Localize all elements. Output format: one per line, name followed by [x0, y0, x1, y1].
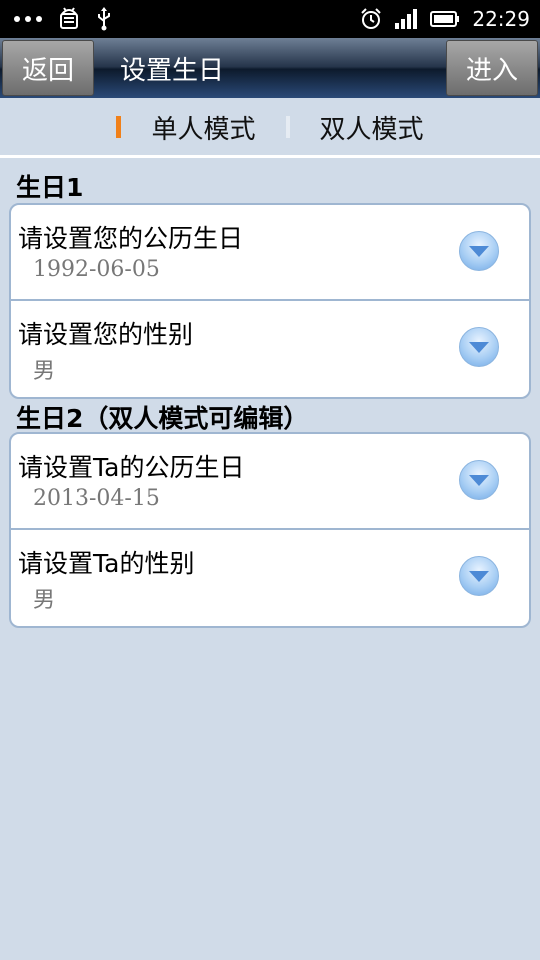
birthday-1-card: 请设置您的公历生日 1992-06-05 请设置您的性别 男	[9, 203, 531, 399]
active-tab-indicator	[116, 116, 122, 138]
enter-button[interactable]: 进入	[446, 40, 538, 96]
row-label: 请设置Ta的公历生日	[18, 453, 245, 482]
android-debug-icon	[60, 7, 78, 29]
status-time: 22:29	[472, 7, 530, 31]
birthday-2-gender-row[interactable]: 请设置Ta的性别 男	[11, 530, 529, 626]
page-title: 设置生日	[120, 55, 225, 86]
tabs-divider	[0, 155, 540, 158]
section-title-birthday-1: 生日1	[16, 173, 84, 202]
mode-tabs: 单人模式 双人模式	[0, 98, 540, 156]
dropdown-arrow-icon[interactable]	[459, 460, 499, 500]
row-value: 男	[33, 359, 56, 384]
battery-icon	[430, 11, 460, 27]
row-label: 请设置Ta的性别	[18, 549, 195, 578]
dropdown-arrow-icon[interactable]	[459, 556, 499, 596]
row-label: 请设置您的公历生日	[18, 224, 244, 253]
tab-double-mode[interactable]: 双人模式	[320, 109, 424, 146]
row-value: 2013-04-15	[33, 486, 160, 511]
more-dots-icon	[14, 16, 42, 22]
dropdown-arrow-icon[interactable]	[459, 231, 499, 271]
tab-single-mode[interactable]: 单人模式	[151, 109, 255, 146]
back-button[interactable]: 返回	[2, 40, 94, 96]
birthday-1-gender-row[interactable]: 请设置您的性别 男	[11, 301, 529, 397]
birthday-2-card: 请设置Ta的公历生日 2013-04-15 请设置Ta的性别 男	[9, 432, 531, 628]
birthday-1-date-row[interactable]: 请设置您的公历生日 1992-06-05	[11, 205, 529, 301]
usb-icon	[98, 7, 110, 31]
tab-separator	[285, 116, 290, 138]
birthday-2-date-row[interactable]: 请设置Ta的公历生日 2013-04-15	[11, 434, 529, 530]
row-value: 男	[33, 588, 56, 613]
signal-icon	[395, 9, 418, 29]
status-bar: 22:29	[0, 0, 540, 38]
section-title-birthday-2: 生日2（双人模式可编辑）	[16, 404, 309, 433]
row-value: 1992-06-05	[33, 257, 160, 282]
title-bar: 返回 设置生日 进入	[0, 38, 540, 98]
dropdown-arrow-icon[interactable]	[459, 327, 499, 367]
row-label: 请设置您的性别	[18, 320, 194, 349]
alarm-icon	[361, 8, 382, 29]
